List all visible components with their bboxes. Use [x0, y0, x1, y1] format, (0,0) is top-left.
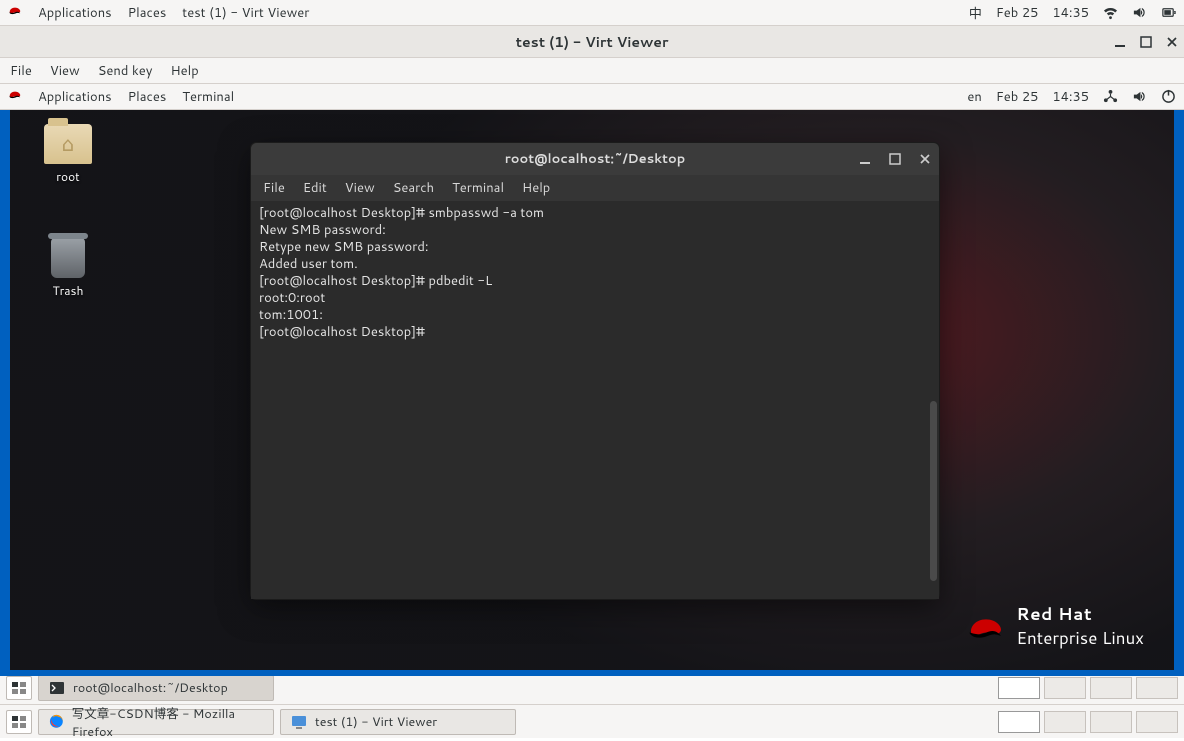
terminal-menubar: File Edit View Search Terminal Help — [251, 175, 939, 201]
taskbar-button-label: test (1) - Virt Viewer — [315, 713, 437, 731]
terminal-titlebar[interactable]: root@localhost:~/Desktop — [251, 143, 939, 175]
terminal-icon — [49, 680, 65, 696]
terminal-menu-view[interactable]: View — [345, 179, 375, 197]
volume-icon[interactable] — [1132, 5, 1147, 20]
host-taskbar-row-2: 写文章-CSDN博客 - Mozilla Firefox test (1) - … — [0, 704, 1184, 738]
vv-menu-help[interactable]: Help — [170, 62, 198, 80]
vv-menu-view[interactable]: View — [50, 62, 80, 80]
terminal-menu-edit[interactable]: Edit — [303, 179, 327, 197]
desktop-icon-root-home[interactable]: ⌂ root — [28, 124, 108, 185]
taskbar-button-terminal[interactable]: root@localhost:~/Desktop — [38, 675, 274, 701]
terminal-menu-file[interactable]: File — [263, 179, 285, 197]
virt-viewer-menubar: File View Send key Help — [0, 58, 1184, 84]
workspace-cell[interactable] — [1090, 677, 1132, 699]
terminal-menu-help[interactable]: Help — [522, 179, 550, 197]
taskbar-button-label: 写文章-CSDN博客 - Mozilla Firefox — [72, 703, 263, 741]
trash-icon — [51, 238, 85, 278]
terminal-line: [root@localhost Desktop]# — [259, 324, 931, 341]
workspace-pager[interactable] — [998, 677, 1178, 699]
taskbar-button-firefox[interactable]: 写文章-CSDN博客 - Mozilla Firefox — [38, 709, 274, 735]
terminal-line: New SMB password: — [259, 222, 931, 239]
guest-desktop[interactable]: ⌂ root Trash root@localhost:~/Desktop Fi… — [0, 110, 1184, 670]
terminal-line: [root@localhost Desktop]# smbpasswd -a t… — [259, 205, 931, 222]
guest-places-menu[interactable]: Places — [128, 88, 167, 106]
virt-viewer-title: test (1) - Virt Viewer — [516, 32, 669, 52]
folder-icon: ⌂ — [44, 124, 92, 164]
guest-time: 14:35 — [1052, 88, 1089, 106]
network-icon[interactable] — [1103, 89, 1118, 104]
vv-menu-sendkey[interactable]: Send key — [98, 62, 153, 80]
workspace-cell[interactable] — [1136, 711, 1178, 733]
terminal-menu-terminal[interactable]: Terminal — [452, 179, 504, 197]
taskbar-button-virt-viewer[interactable]: test (1) - Virt Viewer — [280, 709, 516, 735]
power-icon[interactable] — [1161, 89, 1176, 104]
host-time: 14:35 — [1052, 4, 1089, 22]
workspace-switcher-icon[interactable] — [6, 710, 32, 734]
redhat-hat-icon — [8, 87, 22, 106]
monitor-icon — [291, 714, 307, 730]
host-top-bar: Applications Places test (1) - Virt View… — [0, 0, 1184, 26]
host-date: Feb 25 — [996, 4, 1039, 22]
workspace-cell[interactable] — [998, 677, 1040, 699]
workspace-cell[interactable] — [1044, 677, 1086, 699]
terminal-minimize-button[interactable] — [859, 153, 871, 165]
terminal-line: root:0:root — [259, 290, 931, 307]
host-active-window-menu[interactable]: test (1) - Virt Viewer — [182, 4, 309, 22]
terminal-line: tom:1001: — [259, 307, 931, 324]
volume-icon[interactable] — [1132, 89, 1147, 104]
terminal-line: Retype new SMB password: — [259, 239, 931, 256]
guest-top-bar: Applications Places Terminal en Feb 25 1… — [0, 84, 1184, 110]
guest-active-app-menu[interactable]: Terminal — [182, 88, 234, 106]
terminal-maximize-button[interactable] — [889, 153, 901, 165]
terminal-window: root@localhost:~/Desktop File Edit View … — [250, 142, 940, 600]
host-ime-indicator[interactable]: 中 — [969, 3, 982, 23]
host-applications-menu[interactable]: Applications — [38, 4, 112, 22]
terminal-scrollbar[interactable] — [930, 401, 937, 581]
workspace-pager[interactable] — [998, 711, 1178, 733]
guest-applications-menu[interactable]: Applications — [38, 88, 112, 106]
desktop-icon-label: Trash — [28, 282, 108, 299]
terminal-title: root@localhost:~/Desktop — [505, 150, 686, 168]
desktop-icon-trash[interactable]: Trash — [28, 238, 108, 299]
firefox-icon — [49, 714, 64, 730]
workspace-cell[interactable] — [1044, 711, 1086, 733]
terminal-line: Added user tom. — [259, 256, 931, 273]
battery-icon[interactable] — [1161, 5, 1176, 20]
minimize-button[interactable] — [1114, 36, 1126, 48]
maximize-button[interactable] — [1140, 36, 1152, 48]
virt-viewer-titlebar: test (1) - Virt Viewer — [0, 26, 1184, 58]
workspace-cell[interactable] — [1136, 677, 1178, 699]
workspace-switcher-icon[interactable] — [6, 676, 32, 700]
host-places-menu[interactable]: Places — [128, 4, 167, 22]
terminal-menu-search[interactable]: Search — [393, 179, 434, 197]
redhat-branding: Red Hat Enterprise Linux — [966, 602, 1144, 650]
workspace-cell[interactable] — [1090, 711, 1132, 733]
guest-lang-indicator[interactable]: en — [967, 88, 981, 106]
terminal-line: [root@localhost Desktop]# pdbedit -L — [259, 273, 931, 290]
close-button[interactable] — [1166, 36, 1178, 48]
workspace-cell[interactable] — [998, 711, 1040, 733]
guest-date: Feb 25 — [996, 88, 1039, 106]
desktop-icon-label: root — [28, 168, 108, 185]
vv-menu-file[interactable]: File — [10, 62, 32, 80]
wifi-icon[interactable] — [1103, 5, 1118, 20]
taskbar-button-label: root@localhost:~/Desktop — [73, 679, 228, 697]
redhat-hat-icon — [8, 3, 22, 22]
brand-line1: Red Hat — [1016, 602, 1144, 626]
brand-line2: Enterprise Linux — [1016, 626, 1144, 650]
terminal-close-button[interactable] — [919, 153, 931, 165]
terminal-body[interactable]: [root@localhost Desktop]# smbpasswd -a t… — [251, 201, 939, 599]
